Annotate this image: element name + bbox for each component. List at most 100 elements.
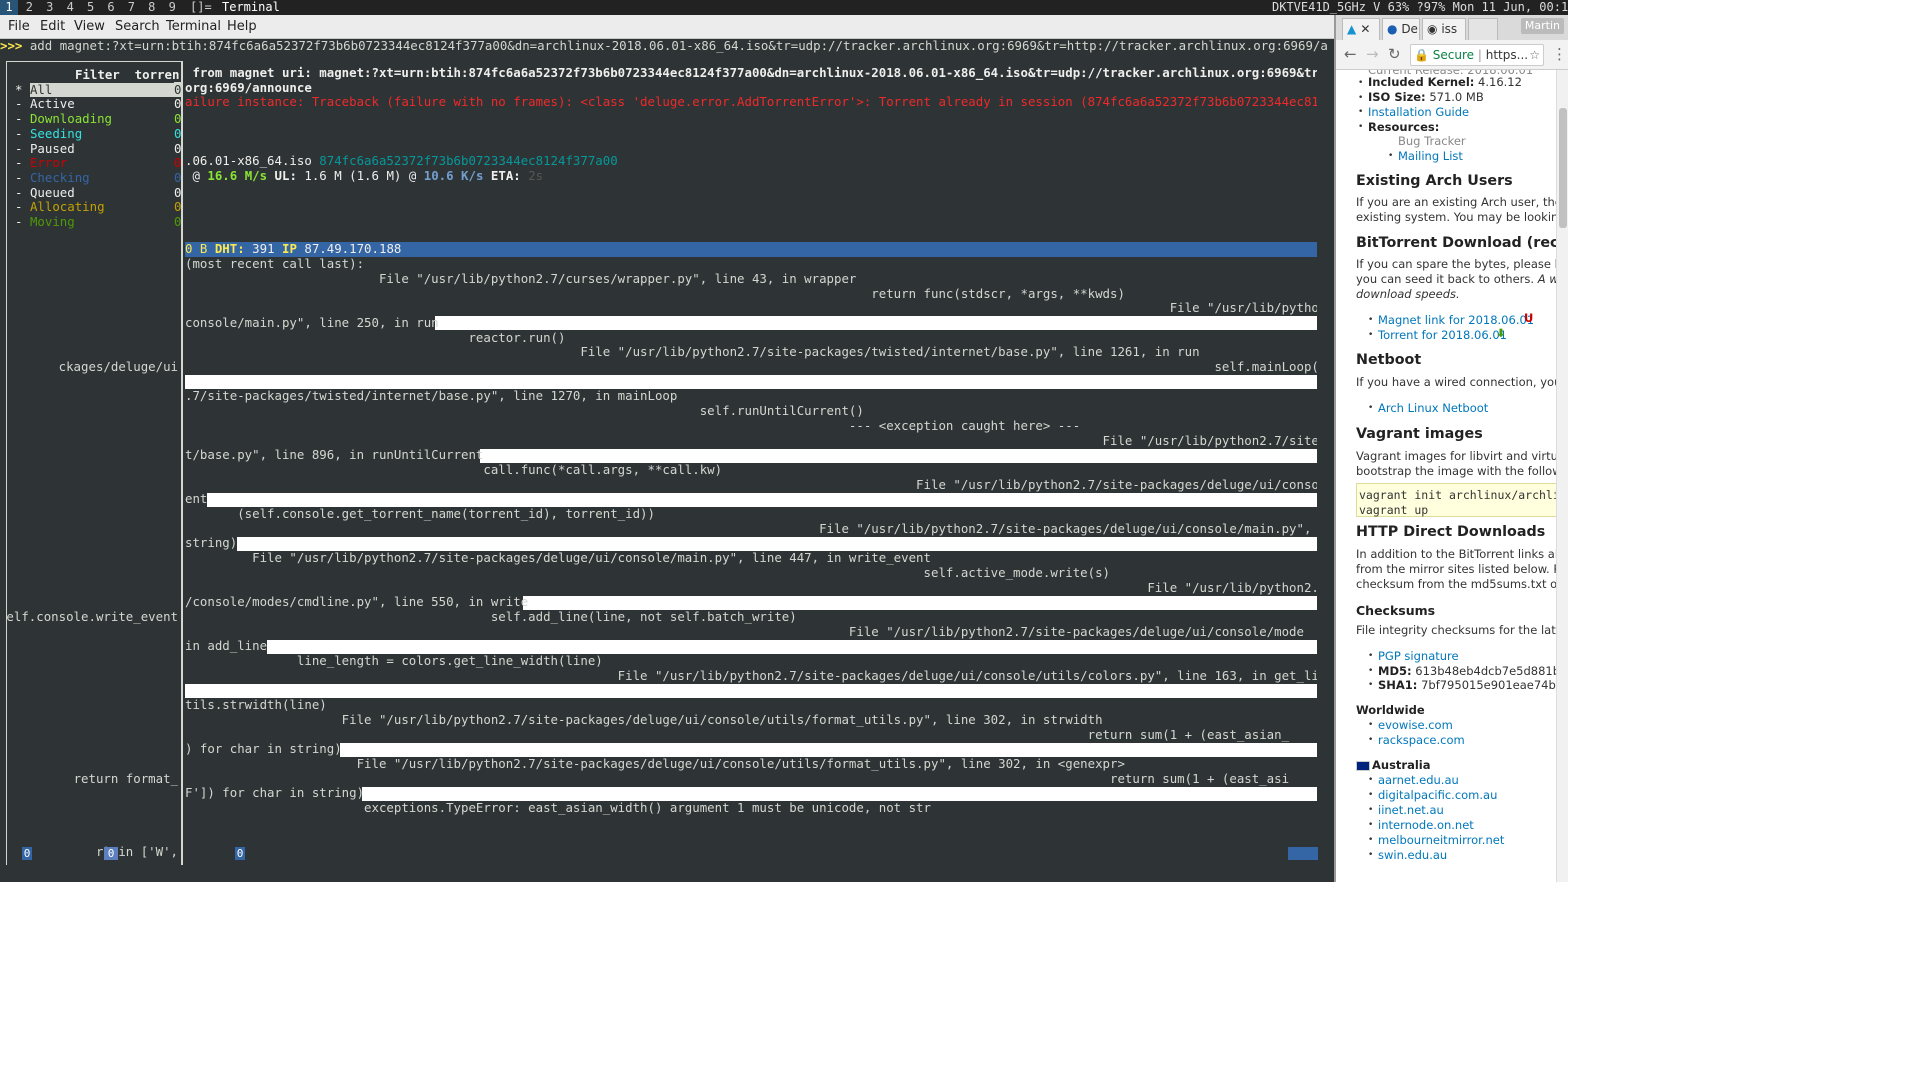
workspace-7[interactable]: 7 xyxy=(122,0,140,15)
filter-queued[interactable]: - Queued 0 xyxy=(7,184,182,201)
mirror-link[interactable]: internode.on.net xyxy=(1378,818,1474,833)
workspace-6[interactable]: 6 xyxy=(102,0,120,15)
bullet-icon: • xyxy=(1368,850,1374,860)
browser-window[interactable]: ▲ ✕ ● De ◉ iss Martin ← → ↻ 🔒 Secure | h… xyxy=(1334,15,1568,882)
filter-count: 0 xyxy=(173,184,182,200)
filter-moving[interactable]: - Moving 0 xyxy=(7,214,182,230)
back-icon[interactable]: ← xyxy=(1344,45,1357,63)
filter-mark: - xyxy=(15,214,23,229)
tab-github[interactable]: ◉ iss xyxy=(1422,18,1466,40)
workspace-5[interactable]: 5 xyxy=(82,0,100,15)
mirror-link[interactable]: swin.edu.au xyxy=(1378,848,1447,863)
console-output: from magnet uri: magnet:?xt=urn:btih:874… xyxy=(185,15,1317,865)
reload-icon[interactable]: ↻ xyxy=(1388,45,1401,63)
installation-guide-link[interactable]: Installation Guide xyxy=(1368,105,1469,120)
netboot-text: If you have a wired connection, you ca xyxy=(1356,375,1558,389)
magnet-link[interactable]: Magnet link for 2018.06.01 xyxy=(1378,313,1534,328)
profile-button[interactable]: Martin xyxy=(1520,18,1564,34)
filter-checking[interactable]: - Checking 0 xyxy=(7,170,181,186)
tab-archlinux[interactable]: ▲ ✕ xyxy=(1342,18,1380,40)
bookmark-star-icon[interactable]: ☆ xyxy=(1529,45,1540,65)
filter-all[interactable]: * All 0 xyxy=(7,81,182,98)
filter-error[interactable]: - Error 0 xyxy=(7,155,181,171)
filter-active[interactable]: - Active 0 xyxy=(7,97,181,112)
menu-search[interactable]: Search xyxy=(115,15,160,39)
menu-edit[interactable]: Edit xyxy=(40,15,65,39)
address-bar[interactable]: 🔒 Secure | https... ☆ xyxy=(1410,44,1544,66)
included-kernel: Included Kernel: 4.16.12 xyxy=(1368,75,1522,90)
netboot-link[interactable]: Arch Linux Netboot xyxy=(1378,401,1488,416)
traceback-line: (self.console.get_torrent_name(torrent_i… xyxy=(185,506,655,521)
traceback-line: --- <exception caught here> --- xyxy=(185,417,1081,433)
scrollbar-thumb[interactable] xyxy=(1559,108,1567,228)
workspace-8[interactable]: 8 xyxy=(143,0,161,15)
mirror-link[interactable]: aarnet.edu.au xyxy=(1378,773,1459,788)
tab-label: De xyxy=(1401,22,1418,36)
mirror-link[interactable]: melbourneitmirror.net xyxy=(1378,833,1504,848)
upload-total: 1.6 M (1.6 M) @ xyxy=(296,167,424,183)
iso-size: ISO Size: 571.0 MB xyxy=(1368,90,1484,105)
filter-allocating[interactable]: - Allocating 0 xyxy=(7,199,181,215)
mirror-link[interactable]: rackspace.com xyxy=(1378,733,1465,748)
bullet-icon: • xyxy=(1358,78,1364,88)
traceback-line: F']) for char in string) xyxy=(185,785,365,801)
workspace-1[interactable]: 1 xyxy=(0,0,18,15)
bug-tracker-item: Bug Tracker xyxy=(1398,134,1466,148)
terminal-window[interactable]: File Edit View Search Terminal Help >>> add m… xyxy=(0,15,1334,882)
australia-flag-icon xyxy=(1356,761,1370,771)
torrent-name: .06.01-x86_64.iso xyxy=(185,153,320,169)
vagrant-text: Vagrant images for libvirt and virtualb xyxy=(1356,449,1558,463)
traceback-line: File "/usr/lib/python2.7/site-packages/d… xyxy=(185,550,931,566)
menu-view[interactable]: View xyxy=(74,15,105,39)
traceback-line: ent xyxy=(185,491,208,507)
filter-mark: - xyxy=(15,96,23,112)
md5-checksum-label: MD5: xyxy=(1378,664,1412,678)
render-artifact xyxy=(185,375,1317,390)
status-bytes: 0 B xyxy=(185,240,215,256)
download-icon: ⬇ xyxy=(1496,326,1506,340)
traceback-line: File "/usr/lib/python2.7/site-packages/d… xyxy=(185,667,1317,683)
workspace-3[interactable]: 3 xyxy=(41,0,59,15)
mirror-link[interactable]: iinet.net.au xyxy=(1378,803,1444,818)
workspace-2[interactable]: 2 xyxy=(20,0,38,15)
workspace-9[interactable]: 9 xyxy=(163,0,181,15)
menu-icon[interactable]: ⋮ xyxy=(1552,45,1567,63)
filter-seeding[interactable]: - Seeding 0 xyxy=(7,126,181,142)
bittorrent-text: If you can spare the bytes, please lea xyxy=(1356,257,1558,271)
bullet-icon: • xyxy=(1388,151,1394,161)
render-artifact xyxy=(185,683,1317,698)
checksums-heading: Checksums xyxy=(1356,603,1436,618)
forward-icon[interactable]: → xyxy=(1366,45,1379,63)
mailing-list-link[interactable]: Mailing List xyxy=(1398,149,1463,164)
torrent-row[interactable]: .06.01-x86_64.iso 874fc6a6a52372f73b6b07… xyxy=(185,153,618,169)
menu-file[interactable]: File xyxy=(8,15,30,39)
url-text: https... xyxy=(1485,48,1529,62)
traceback-line: return func(stdscr, *args, **kwds) xyxy=(185,285,1125,301)
filter-count: 0 xyxy=(173,96,182,112)
new-tab-button[interactable] xyxy=(1468,18,1498,40)
close-icon[interactable]: ✕ xyxy=(1360,22,1370,36)
workspace-4[interactable]: 4 xyxy=(61,0,79,15)
filter-count: 0 xyxy=(173,111,182,127)
bittorrent-heading: BitTorrent Download (recor xyxy=(1356,235,1558,251)
filter-label: Queued xyxy=(29,184,75,200)
vagrant-command: vagrant init archlinux/archlinux xyxy=(1359,488,1558,502)
filter-downloading[interactable]: - Downloading 0 xyxy=(7,111,182,127)
system-status: DKTVE41D_5GHz V 63% ?97% Mon 11 Jun, 00:… xyxy=(1272,0,1568,14)
error-message: ailure instance: Traceback (failure with… xyxy=(185,94,1317,110)
filter-paused[interactable]: - Paused 0 xyxy=(7,141,181,157)
filter-count: 0 xyxy=(173,214,182,229)
torrent-link[interactable]: Torrent for 2018.06.01 xyxy=(1378,328,1507,343)
render-artifact xyxy=(237,536,1317,551)
pgp-signature-link[interactable]: PGP signature xyxy=(1378,649,1459,664)
mirror-link[interactable]: digitalpacific.com.au xyxy=(1378,788,1497,803)
vagrant-heading: Vagrant images xyxy=(1356,426,1483,442)
torrent-hash: 874fc6a6a52372f73b6b0723344ec8124f377a00 xyxy=(319,153,618,169)
traceback-line: File "/usr/lib/python2.7/site-packages/d… xyxy=(916,476,1317,492)
scrollbar[interactable] xyxy=(1556,70,1568,882)
render-artifact xyxy=(435,316,1317,331)
upload-speed: 10.6 K/s xyxy=(423,167,484,183)
mirror-link[interactable]: evowise.com xyxy=(1378,718,1453,733)
tab-deluge[interactable]: ● De xyxy=(1382,18,1420,40)
australia-label: Australia xyxy=(1372,758,1431,772)
